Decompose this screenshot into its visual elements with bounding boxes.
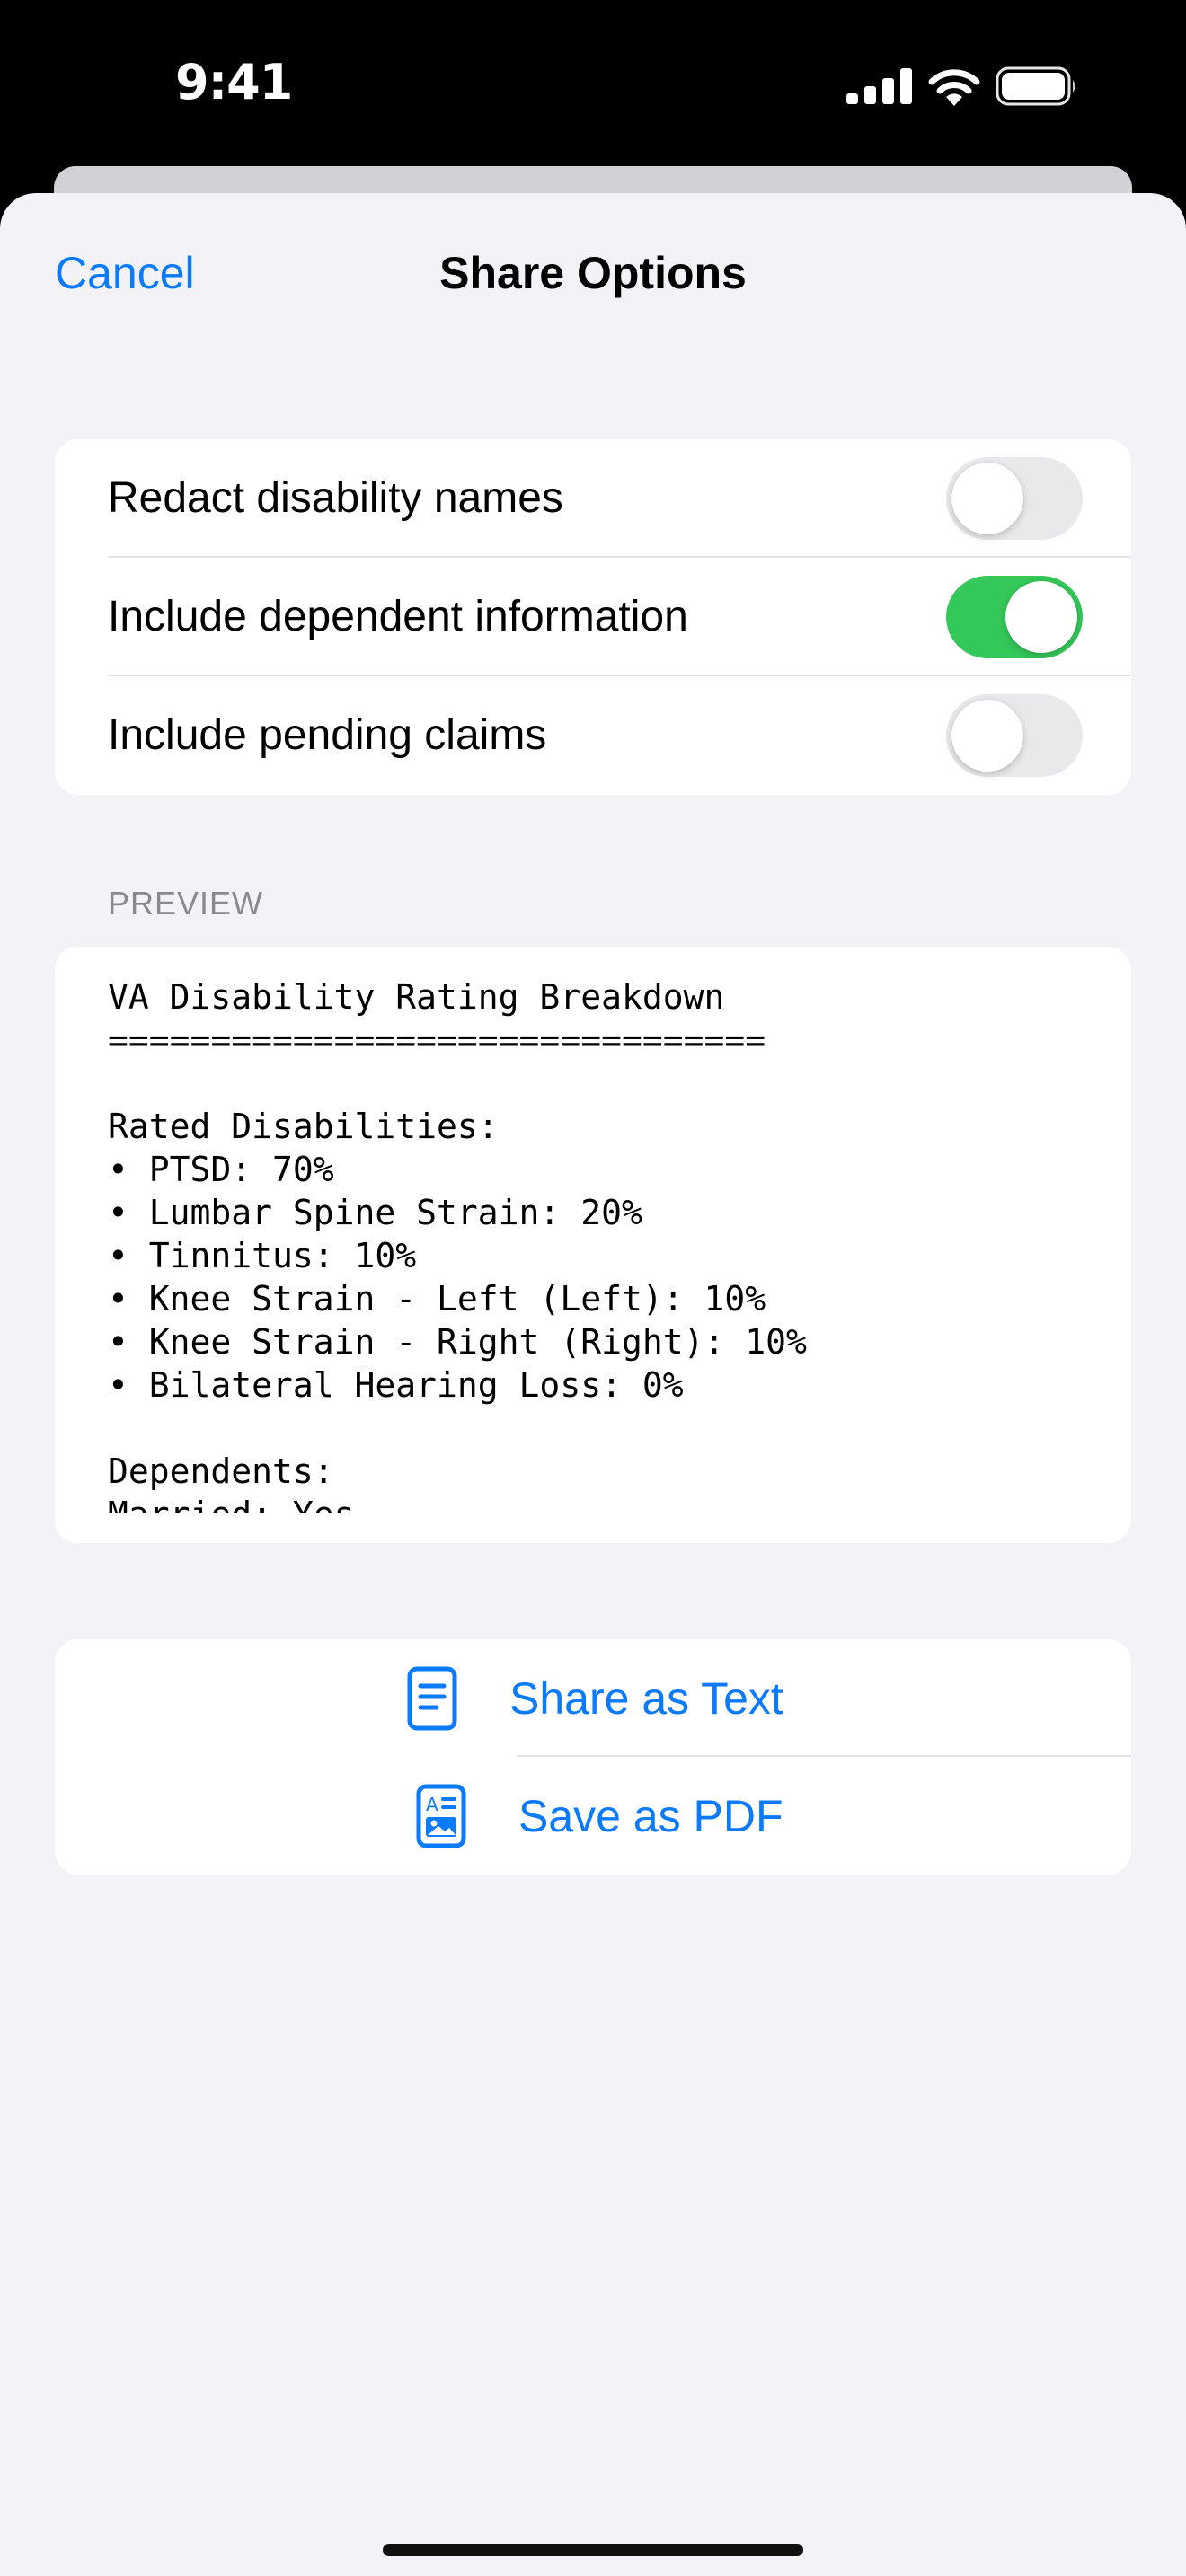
option-row-pending: Include pending claims — [55, 676, 1131, 795]
preview-text: VA Disability Rating Breakdown =========… — [108, 977, 807, 1513]
option-label: Redact disability names — [108, 474, 563, 522]
toggle-knob — [951, 700, 1023, 772]
preview-section-header: PREVIEW — [108, 885, 264, 922]
actions-group: Share as Text A Save as PDF — [55, 1639, 1131, 1875]
action-content: Share as Text — [405, 1639, 783, 1757]
status-bar: 9:41 — [0, 0, 1186, 171]
toggle-knob — [951, 463, 1023, 534]
option-row-dependents: Include dependent information — [55, 558, 1131, 676]
action-content: A Save as PDF — [414, 1757, 783, 1875]
cancel-button[interactable]: Cancel — [55, 242, 195, 304]
status-time: 9:41 — [175, 54, 293, 110]
cellular-signal-icon — [846, 68, 912, 104]
toggle-knob — [1005, 581, 1077, 653]
option-row-redact: Redact disability names — [55, 439, 1131, 558]
option-label: Include pending claims — [108, 711, 547, 759]
option-label: Include dependent information — [108, 593, 688, 640]
share-as-text-button[interactable]: Share as Text — [55, 1639, 1131, 1757]
document-richtext-icon: A — [416, 1784, 466, 1848]
dependents-toggle[interactable] — [946, 576, 1083, 658]
preview-card[interactable]: VA Disability Rating Breakdown =========… — [55, 947, 1131, 1543]
battery-icon — [996, 66, 1075, 106]
status-icons — [846, 66, 1078, 106]
save-as-pdf-button[interactable]: A Save as PDF — [55, 1757, 1131, 1875]
action-label: Share as Text — [509, 1672, 783, 1724]
home-indicator[interactable] — [383, 2544, 803, 2556]
share-options-sheet: Share Options Cancel Redact disability n… — [0, 193, 1186, 2576]
action-label: Save as PDF — [518, 1790, 783, 1841]
svg-text:A: A — [426, 1794, 438, 1815]
redact-toggle[interactable] — [946, 457, 1083, 540]
document-text-icon — [407, 1666, 457, 1730]
wifi-icon — [928, 69, 980, 106]
options-group: Redact disability names Include dependen… — [55, 439, 1131, 795]
pending-toggle[interactable] — [946, 694, 1083, 777]
